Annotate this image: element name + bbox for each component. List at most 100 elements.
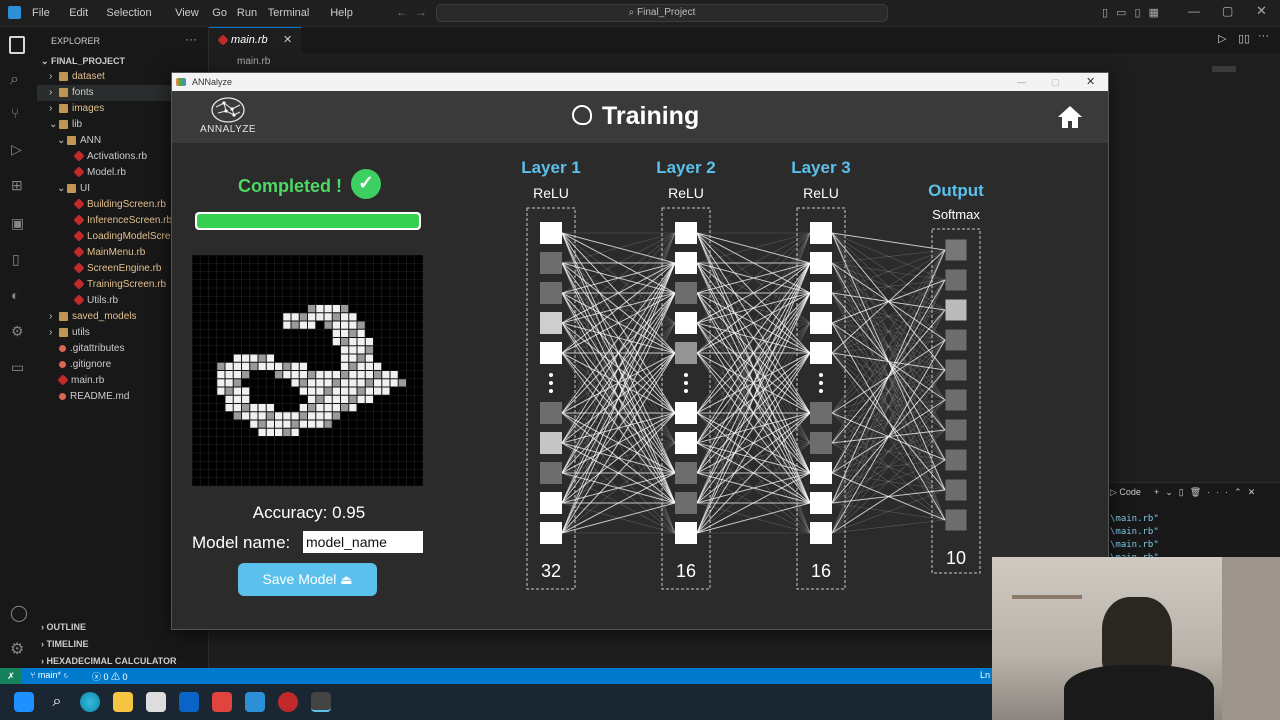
digit-pixel	[242, 371, 250, 379]
digit-pixel	[341, 329, 349, 337]
save-model-button[interactable]: Save Model ⏏	[238, 563, 377, 596]
tree-item-label: saved_models	[72, 311, 137, 322]
digit-pixel	[357, 387, 365, 395]
outline-label: OUTLINE	[46, 622, 87, 632]
accuracy-label: Accuracy: 0.95	[252, 503, 366, 522]
logo-text: ANNALYZE	[200, 124, 257, 135]
run-debug-icon[interactable]: ▷	[11, 141, 22, 158]
settings-sync-icon[interactable]: ⚙	[11, 323, 24, 340]
app-maximize-button[interactable]: ▢	[1051, 73, 1060, 91]
digit-pixel	[365, 387, 373, 395]
app-minimize-button[interactable]: —	[1017, 73, 1026, 91]
outline-panel[interactable]: › OUTLINE	[41, 622, 86, 632]
output-node	[945, 329, 967, 351]
tab-main-rb[interactable]: main.rb ✕	[209, 27, 301, 53]
manage-gear-icon[interactable]: ⚙	[10, 639, 24, 659]
neuron-node	[810, 402, 832, 424]
hexcalc-panel[interactable]: › HEXADECIMAL CALCULATOR	[41, 656, 177, 666]
minimize-button[interactable]: —	[1188, 4, 1200, 18]
forward-arrow-icon[interactable]: →	[415, 5, 427, 19]
ruby-file-icon	[73, 246, 85, 259]
digit-pixel	[233, 362, 241, 370]
neuron-node	[810, 492, 832, 514]
ellipsis-dot	[684, 381, 688, 385]
remote-indicator-icon[interactable]: ✗	[0, 668, 22, 684]
extensions-icon[interactable]: ⊞	[11, 177, 23, 194]
workspace-name: Final_Project	[637, 7, 696, 18]
menu-run[interactable]: Run	[237, 7, 257, 19]
bookmark-icon[interactable]: ▯	[12, 251, 20, 268]
layout-icons[interactable]: ▯▭▯▦	[1102, 6, 1167, 19]
digit-pixel	[382, 371, 390, 379]
neuron-node	[810, 312, 832, 334]
annalyze-taskbar-icon[interactable]	[311, 692, 331, 712]
layer-title: Layer 1	[521, 158, 581, 177]
tree-item-label: lib	[72, 119, 83, 130]
outlook-icon[interactable]	[179, 692, 199, 712]
edge-icon[interactable]: ◐	[11, 287, 19, 303]
remote-icon[interactable]: ▣	[11, 215, 24, 232]
digit-pixel	[258, 404, 266, 412]
more-actions-icon[interactable]: ···	[185, 32, 197, 46]
digit-pixel	[382, 387, 390, 395]
tree-item-label: main.rb	[71, 375, 105, 386]
home-icon[interactable]	[1057, 105, 1083, 129]
model-name-input[interactable]	[303, 531, 423, 553]
editor-more-icon[interactable]: ···	[1258, 30, 1269, 42]
close-button[interactable]: ✕	[1256, 3, 1267, 19]
digit-pixel	[332, 329, 340, 337]
chat-icon[interactable]: ▭	[11, 359, 24, 376]
taskbar-search-icon[interactable]: ⌕	[47, 692, 67, 712]
digit-pixel	[283, 420, 291, 428]
close-tab-icon[interactable]: ✕	[283, 28, 292, 52]
menu-edit[interactable]: Edit	[69, 7, 88, 19]
timeline-panel[interactable]: › TIMELINE	[41, 639, 89, 649]
branch-indicator[interactable]: ⑂ main* ↻	[30, 670, 69, 680]
chevron-down-icon: ⌄	[57, 135, 66, 146]
digit-pixel	[324, 371, 332, 379]
menu-selection[interactable]: Selection	[106, 7, 151, 19]
digit-preview	[191, 254, 424, 487]
output-node	[945, 359, 967, 381]
webcam-door	[1222, 557, 1280, 720]
tree-item-label: fonts	[72, 87, 94, 98]
digit-pixel	[390, 371, 398, 379]
project-root[interactable]: ⌄ FINAL_PROJECT	[41, 56, 125, 67]
account-icon[interactable]: ◯	[10, 603, 28, 623]
terminal-actions[interactable]: +⌄▯🗑···⌃✕	[1154, 483, 1261, 501]
digit-pixel	[349, 354, 357, 362]
back-arrow-icon[interactable]: ←	[396, 5, 408, 19]
digit-pixel	[341, 387, 349, 395]
neuron-node	[540, 222, 562, 244]
ruby-taskbar-icon[interactable]	[278, 692, 298, 712]
menu-go[interactable]: Go	[212, 7, 227, 19]
menu-view[interactable]: View	[175, 7, 199, 19]
problems-indicator[interactable]: ⓧ 0 ⚠ 0	[92, 670, 128, 683]
app-header: ANNALYZE Training	[172, 91, 1108, 143]
run-icon[interactable]: ▷	[1218, 32, 1226, 45]
terminal-title[interactable]: Code	[1119, 487, 1141, 497]
search-icon[interactable]: ⌕	[10, 71, 19, 89]
explorer-icon[interactable]	[9, 36, 25, 54]
app-red-icon[interactable]	[212, 692, 232, 712]
cursor-position[interactable]: Ln	[980, 670, 990, 680]
output-node	[945, 239, 967, 261]
split-editor-icon[interactable]: ▯▯	[1238, 32, 1250, 45]
store-icon[interactable]	[146, 692, 166, 712]
digit-pixel	[266, 428, 274, 436]
vscode-taskbar-icon[interactable]	[245, 692, 265, 712]
edge-browser-icon[interactable]	[80, 692, 100, 712]
menu-help[interactable]: Help	[330, 7, 353, 19]
menu-file[interactable]: File	[32, 7, 50, 19]
layer-size: 32	[541, 561, 561, 581]
maximize-button[interactable]: ▢	[1222, 4, 1233, 18]
digit-pixel	[332, 305, 340, 313]
command-center-search[interactable]: ⌕ Final_Project	[436, 4, 888, 22]
digit-pixel	[349, 395, 357, 403]
source-control-icon[interactable]: ⑂	[11, 105, 19, 121]
menu-terminal[interactable]: Terminal	[268, 7, 310, 19]
breadcrumb[interactable]: main.rb	[237, 56, 270, 67]
file-explorer-icon[interactable]	[113, 692, 133, 712]
windows-start-icon[interactable]	[14, 692, 34, 712]
app-close-button[interactable]: ✕	[1086, 73, 1095, 91]
